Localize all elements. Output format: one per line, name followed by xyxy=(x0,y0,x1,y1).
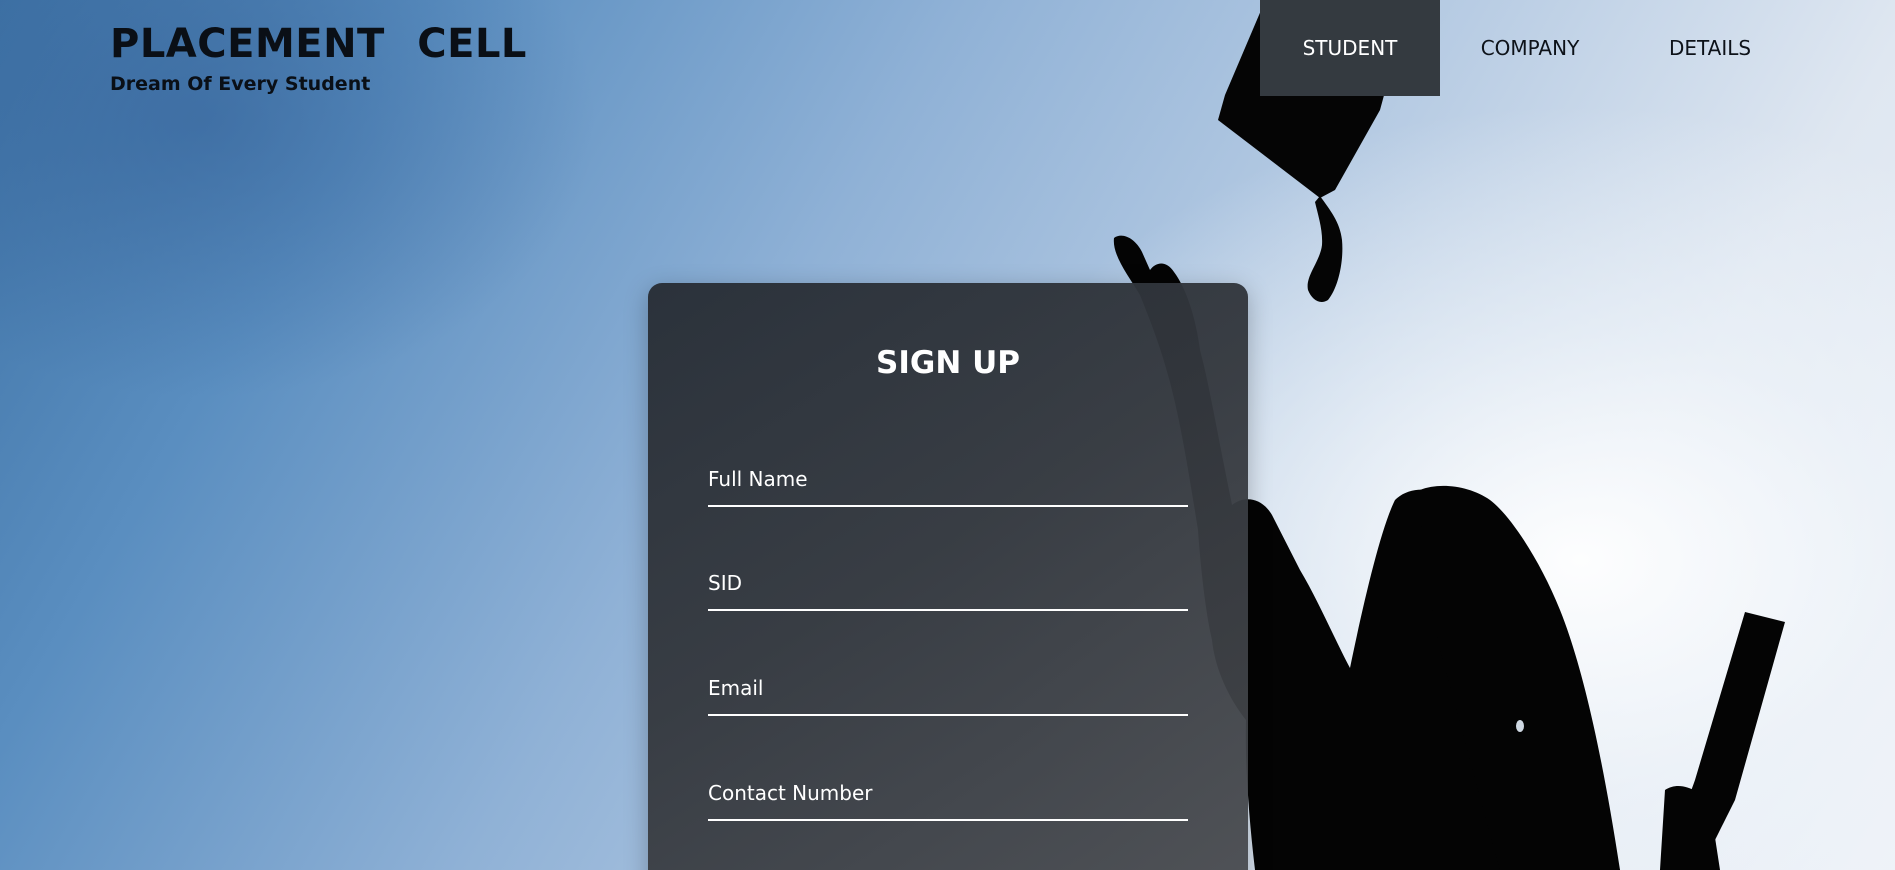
brand-title: PLACEMENT CELL xyxy=(110,21,527,67)
top-nav: STUDENT COMPANY DETAILS xyxy=(1260,0,1800,96)
sid-input[interactable] xyxy=(708,575,1188,609)
nav-item-student[interactable]: STUDENT xyxy=(1260,0,1440,96)
contact-number-field[interactable]: Contact Number xyxy=(708,781,1188,821)
email-field[interactable]: Email xyxy=(708,676,1188,716)
sid-field[interactable]: SID xyxy=(708,571,1188,611)
brand-tagline: Dream Of Every Student xyxy=(110,73,371,95)
full-name-field[interactable]: Full Name xyxy=(708,467,1188,507)
signup-card: SIGN UP Full Name SID Email Contact Numb… xyxy=(648,283,1248,870)
nav-item-company[interactable]: COMPANY xyxy=(1440,0,1620,96)
brand: PLACEMENT CELL Dream Of Every Student xyxy=(110,20,527,95)
full-name-input[interactable] xyxy=(708,471,1188,505)
email-input[interactable] xyxy=(708,680,1188,714)
signup-title: SIGN UP xyxy=(876,345,1020,381)
contact-number-input[interactable] xyxy=(708,785,1188,819)
nav-item-details[interactable]: DETAILS xyxy=(1620,0,1800,96)
